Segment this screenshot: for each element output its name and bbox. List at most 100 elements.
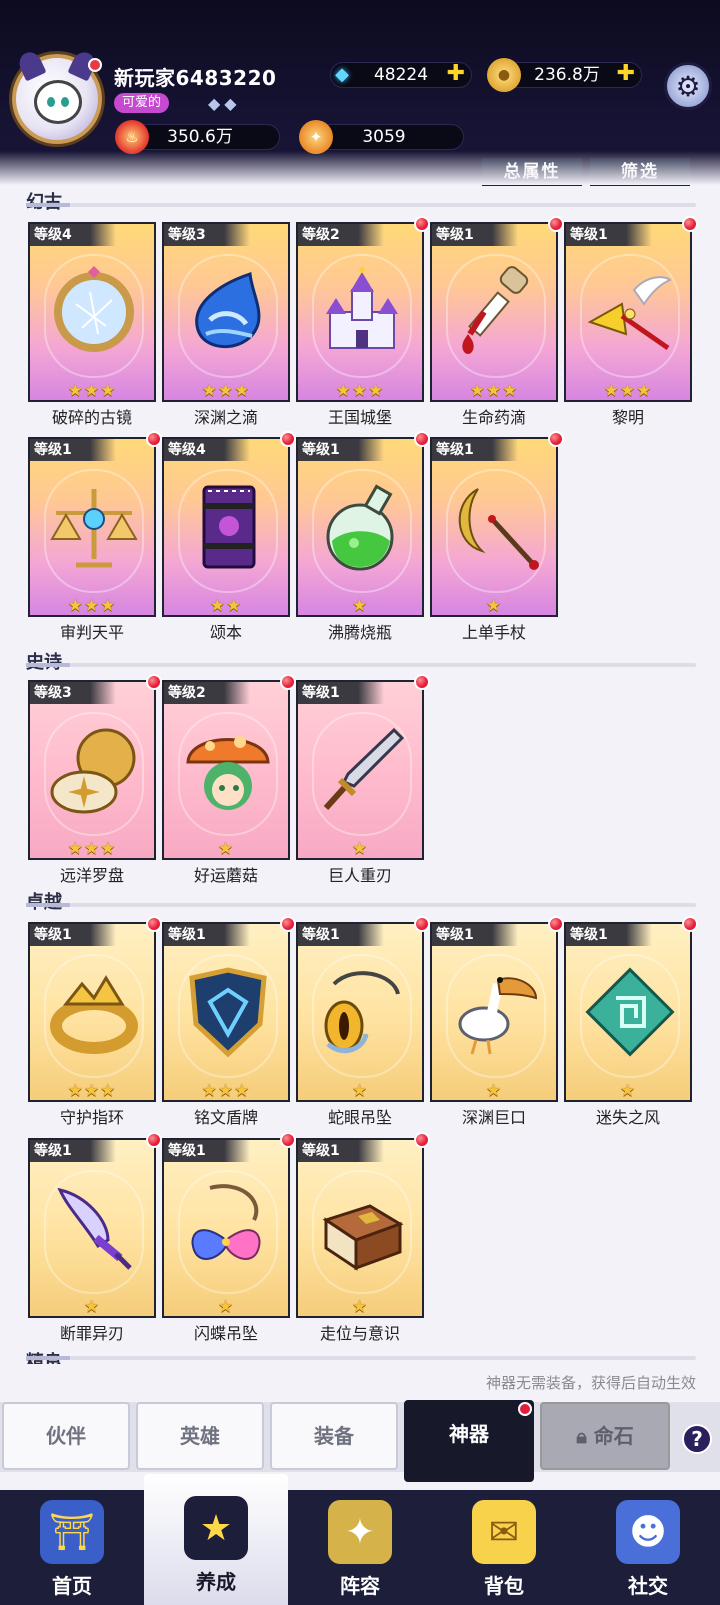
- artifact-card[interactable]: 等级1 ★ 蛇眼吊坠: [296, 916, 430, 1127]
- card-frame: 等级1 ★★★: [430, 222, 558, 402]
- artifact-card[interactable]: 等级1 ★ 沸腾烧瓶: [296, 431, 430, 642]
- card-name: 上单手杖: [461, 623, 526, 642]
- help-icon[interactable]: ?: [682, 1424, 712, 1454]
- card-level: 等级4: [164, 439, 250, 461]
- notification-dot: [146, 431, 162, 447]
- card-name: 颂本: [209, 623, 242, 642]
- card-frame: 等级1 ★: [430, 437, 558, 617]
- tab-partners[interactable]: 伙伴: [2, 1402, 130, 1470]
- star-rating: ★★★: [603, 381, 653, 401]
- add-coins-button[interactable]: ✚: [617, 62, 635, 86]
- card-level: 等级1: [298, 924, 384, 946]
- card-frame: 等级1 ★: [28, 1138, 156, 1318]
- social-ghost-icon: ☻: [616, 1500, 680, 1564]
- card-frame: 等级1 ★: [430, 922, 558, 1102]
- nav-social-label: 社交: [628, 1574, 668, 1598]
- coin-icon: ●: [487, 58, 521, 92]
- card-name: 走位与意识: [319, 1324, 400, 1343]
- notification-dot: [280, 1132, 296, 1148]
- artifact-card[interactable]: 等级1 ★★★ 守护指环: [28, 916, 162, 1127]
- card-name: 好运蘑菇: [193, 866, 258, 885]
- artifact-card[interactable]: 等级1 ★★★ 铭文盾牌: [162, 916, 296, 1127]
- nav-home-label: 首页: [52, 1574, 92, 1598]
- section-title-mythic: 幻古: [26, 188, 62, 214]
- tab-equipment[interactable]: 装备: [270, 1402, 398, 1470]
- artifact-card[interactable]: 等级1 ★ 断罪异刃: [28, 1132, 162, 1343]
- artifact-card[interactable]: 等级1 ★ 闪蝶吊坠: [162, 1132, 296, 1343]
- card-frame: 等级1 ★★★: [28, 437, 156, 617]
- card-name: 铭文盾牌: [193, 1108, 258, 1127]
- artifact-card[interactable]: 等级3 ★★★ 远洋罗盘: [28, 674, 162, 885]
- card-frame: 等级2 ★★★: [296, 222, 424, 402]
- book-icon: [180, 473, 276, 581]
- artifact-card[interactable]: 等级1 ★★★ 审判天平: [28, 431, 162, 642]
- scales-icon: [46, 473, 142, 581]
- compass-icon: [46, 716, 142, 824]
- snake-pendant-icon: [314, 958, 410, 1066]
- settings-gear-icon[interactable]: ⚙: [664, 62, 712, 110]
- artifact-card[interactable]: 等级1 ★ 巨人重刃: [296, 674, 430, 885]
- gem-count: 48224: [373, 65, 429, 85]
- card-frame: 等级1 ★: [296, 437, 424, 617]
- artifact-card[interactable]: 等级4 ★★ 颂本: [162, 431, 296, 642]
- avatar-eye-right: [61, 97, 69, 107]
- star-rating: ★: [351, 1297, 369, 1317]
- star-rating: ★★★: [469, 381, 519, 401]
- notification-dot: [280, 916, 296, 932]
- notification-dot: [146, 674, 162, 690]
- filter-button[interactable]: 筛选: [590, 158, 690, 186]
- nav-social[interactable]: ☻ 社交: [576, 1490, 720, 1605]
- notification-dot: [548, 216, 564, 232]
- spiral-rune-icon: [582, 958, 678, 1066]
- card-level: 等级1: [298, 439, 384, 461]
- lock-icon: 🔒︎: [576, 1424, 594, 1448]
- card-level: 等级1: [432, 224, 518, 246]
- artifact-card[interactable]: 等级1 ★ 深渊巨口: [430, 916, 564, 1127]
- artifact-card[interactable]: 等级2 ★ 好运蘑菇: [162, 674, 296, 885]
- star-rating: ★: [485, 1081, 503, 1101]
- nav-growth[interactable]: ★ 养成: [144, 1474, 288, 1605]
- pelican-icon: [448, 958, 544, 1066]
- artifact-card[interactable]: 等级1 ★ 走位与意识: [296, 1132, 430, 1343]
- artifact-card[interactable]: 等级1 ★★★ 生命药滴: [430, 216, 564, 427]
- tab-fate-stones[interactable]: 🔒︎ 命石: [540, 1402, 670, 1470]
- card-level: 等级2: [164, 682, 250, 704]
- tab-heroes[interactable]: 英雄: [136, 1402, 264, 1470]
- total-attributes-button[interactable]: 总属性: [482, 158, 582, 186]
- artifact-auto-effect-note: 神器无需装备，获得后自动生效: [485, 1374, 696, 1392]
- card-name: 蛇眼吊坠: [327, 1108, 392, 1127]
- card-frame: 等级1 ★: [564, 922, 692, 1102]
- star-rating: ★★★: [201, 1081, 251, 1101]
- tab-fate-stones-label: 命石: [593, 1424, 634, 1448]
- avatar-eye-left: [47, 97, 55, 107]
- card-level: 等级1: [432, 439, 518, 461]
- artifact-card[interactable]: 等级1 ★ 上单手杖: [430, 431, 564, 642]
- star-rating: ★★★: [335, 381, 385, 401]
- card-level: 等级1: [164, 1140, 250, 1162]
- notification-dot: [518, 1402, 532, 1416]
- artifact-card[interactable]: 等级4 ★★★ 破碎的古镜: [28, 222, 156, 427]
- card-level: 等级1: [298, 682, 384, 704]
- power-count: 350.6万: [167, 127, 233, 147]
- nav-lineup[interactable]: ✦ 阵容: [288, 1490, 432, 1605]
- star-rating: ★: [351, 596, 369, 616]
- notification-dot: [682, 216, 698, 232]
- artifact-card[interactable]: 等级1 ★★★ 黎明: [564, 216, 698, 427]
- avatar-notification-dot: [88, 58, 102, 72]
- avatar-face: [34, 80, 82, 124]
- add-gems-button[interactable]: ✚: [447, 62, 465, 86]
- nav-bag[interactable]: ✉ 背包: [432, 1490, 576, 1605]
- card-frame: 等级1 ★: [162, 1138, 290, 1318]
- artifact-card[interactable]: 等级2 ★★★ 王国城堡: [296, 216, 430, 427]
- home-gate-icon: ⛩: [40, 1500, 104, 1564]
- card-name: 断罪异刃: [59, 1324, 124, 1343]
- section-divider: [26, 903, 696, 907]
- player-title-badge[interactable]: 可爱的: [114, 93, 170, 113]
- nav-home[interactable]: ⛩ 首页: [0, 1490, 144, 1605]
- star-rating: ★★★: [67, 1081, 117, 1101]
- nav-growth-label: 养成: [196, 1570, 236, 1594]
- artifact-card[interactable]: 等级3 ★★★ 深渊之滴: [162, 222, 290, 427]
- star-rating: ★: [351, 1081, 369, 1101]
- tab-artifacts[interactable]: 神器: [404, 1400, 534, 1482]
- artifact-card[interactable]: 等级1 ★ 迷失之风: [564, 916, 698, 1127]
